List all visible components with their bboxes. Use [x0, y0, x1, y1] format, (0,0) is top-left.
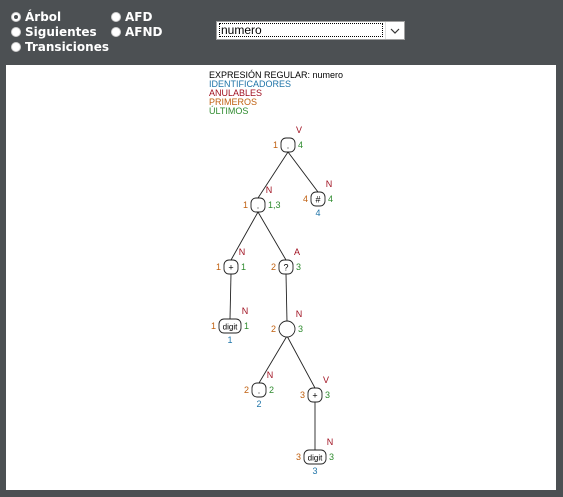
radio-dot-icon[interactable]: [11, 12, 21, 22]
tree-node-ultimos: 3: [298, 324, 303, 334]
radio-arbol-label: Árbol: [25, 10, 62, 24]
tree-edge: [257, 211, 287, 261]
tree-node-identificador: 3: [312, 466, 317, 476]
tree-node-anulable: A: [294, 247, 300, 257]
radio-dot-icon[interactable]: [11, 27, 21, 37]
tree-node-anulable: V: [296, 125, 302, 135]
radio-afnd[interactable]: AFND: [111, 25, 163, 39]
tree-node-label: .: [257, 201, 260, 211]
tree-node-ultimos: 2: [269, 385, 274, 395]
tree-node-primeros: 1: [243, 200, 248, 210]
tree-node-anulable: N: [267, 370, 274, 380]
radio-arbol[interactable]: Árbol: [11, 10, 61, 24]
tree-node-anulable: N: [242, 306, 249, 316]
syntax-tree: .V1 4.N1 1,3#N4 44+N1 1 ?A2 3digitN1 11N2 3.N2 22…: [211, 125, 334, 476]
tree-node-identificador: 1: [227, 335, 232, 345]
tree-canvas: EXPRESIÓN REGULAR: numero IDENTIFICADORE…: [6, 65, 556, 490]
tree-node-ultimos: 3: [325, 390, 330, 400]
tree-node-primeros: 3: [296, 452, 301, 462]
tree-node-anulable: N: [326, 179, 333, 189]
tree-node-label: digit: [308, 454, 323, 463]
tree-node-primeros: 2: [271, 324, 276, 334]
radio-dot-icon[interactable]: [111, 27, 121, 37]
radio-siguientes[interactable]: Siguientes: [11, 25, 97, 39]
radio-dot-icon[interactable]: [11, 42, 21, 52]
radio-afd[interactable]: AFD: [111, 10, 152, 24]
tree-node-ultimos: 1,3: [268, 200, 281, 210]
chevron-down-icon[interactable]: [385, 22, 404, 39]
tree-node-ultimos: 1: [244, 321, 249, 331]
tree-node-anulable: V: [323, 375, 329, 385]
tree-node-primeros: 1: [211, 321, 216, 331]
tree-node-primeros: 2: [271, 262, 276, 272]
tree-node-identificador: 2: [256, 399, 261, 409]
tree-node-anulable: N: [296, 309, 303, 319]
tree-node: [278, 320, 296, 338]
tree-node-label: .: [287, 141, 290, 151]
radio-dot-icon[interactable]: [111, 12, 121, 22]
tree-node-label: digit: [223, 323, 238, 332]
tree-node-primeros: 3: [300, 390, 305, 400]
tree-edge: [229, 273, 232, 320]
expression-select-value: numero: [219, 23, 383, 37]
expression-select[interactable]: numero: [216, 21, 405, 40]
tree-edge: [257, 151, 289, 199]
radio-transiciones-label: Transiciones: [25, 40, 109, 54]
radio-afnd-label: AFND: [125, 25, 163, 39]
tree-node-ultimos: 4: [328, 194, 333, 204]
tree-node-anulable: N: [239, 247, 246, 257]
tree-node-ultimos: 3: [329, 452, 334, 462]
tree-edge: [286, 335, 316, 389]
tree-node-primeros: 1: [216, 262, 221, 272]
tree-node-primeros: 2: [244, 385, 249, 395]
tree-edge: [285, 273, 288, 323]
tree-node-anulable: N: [266, 185, 273, 195]
radio-transiciones[interactable]: Transiciones: [11, 40, 109, 54]
tree-node-label: .: [258, 386, 261, 396]
radio-afd-label: AFD: [125, 10, 153, 24]
radio-siguientes-label: Siguientes: [25, 25, 97, 39]
tree-node-identificador: 4: [315, 208, 320, 218]
tree-node-primeros: 4: [303, 194, 308, 204]
tree-node-label: +: [312, 391, 317, 401]
tree-node-ultimos: 1: [241, 262, 246, 272]
tree-node-ultimos: 4: [298, 140, 303, 150]
tree-edge: [287, 151, 319, 193]
tree-node-label: #: [315, 195, 320, 205]
tree-node-anulable: N: [327, 437, 334, 447]
tree-node-label: ?: [283, 263, 288, 273]
tree-node-ultimos: 3: [296, 262, 301, 272]
tree-node-label: +: [228, 263, 233, 273]
tree-node-primeros: 1: [273, 140, 278, 150]
